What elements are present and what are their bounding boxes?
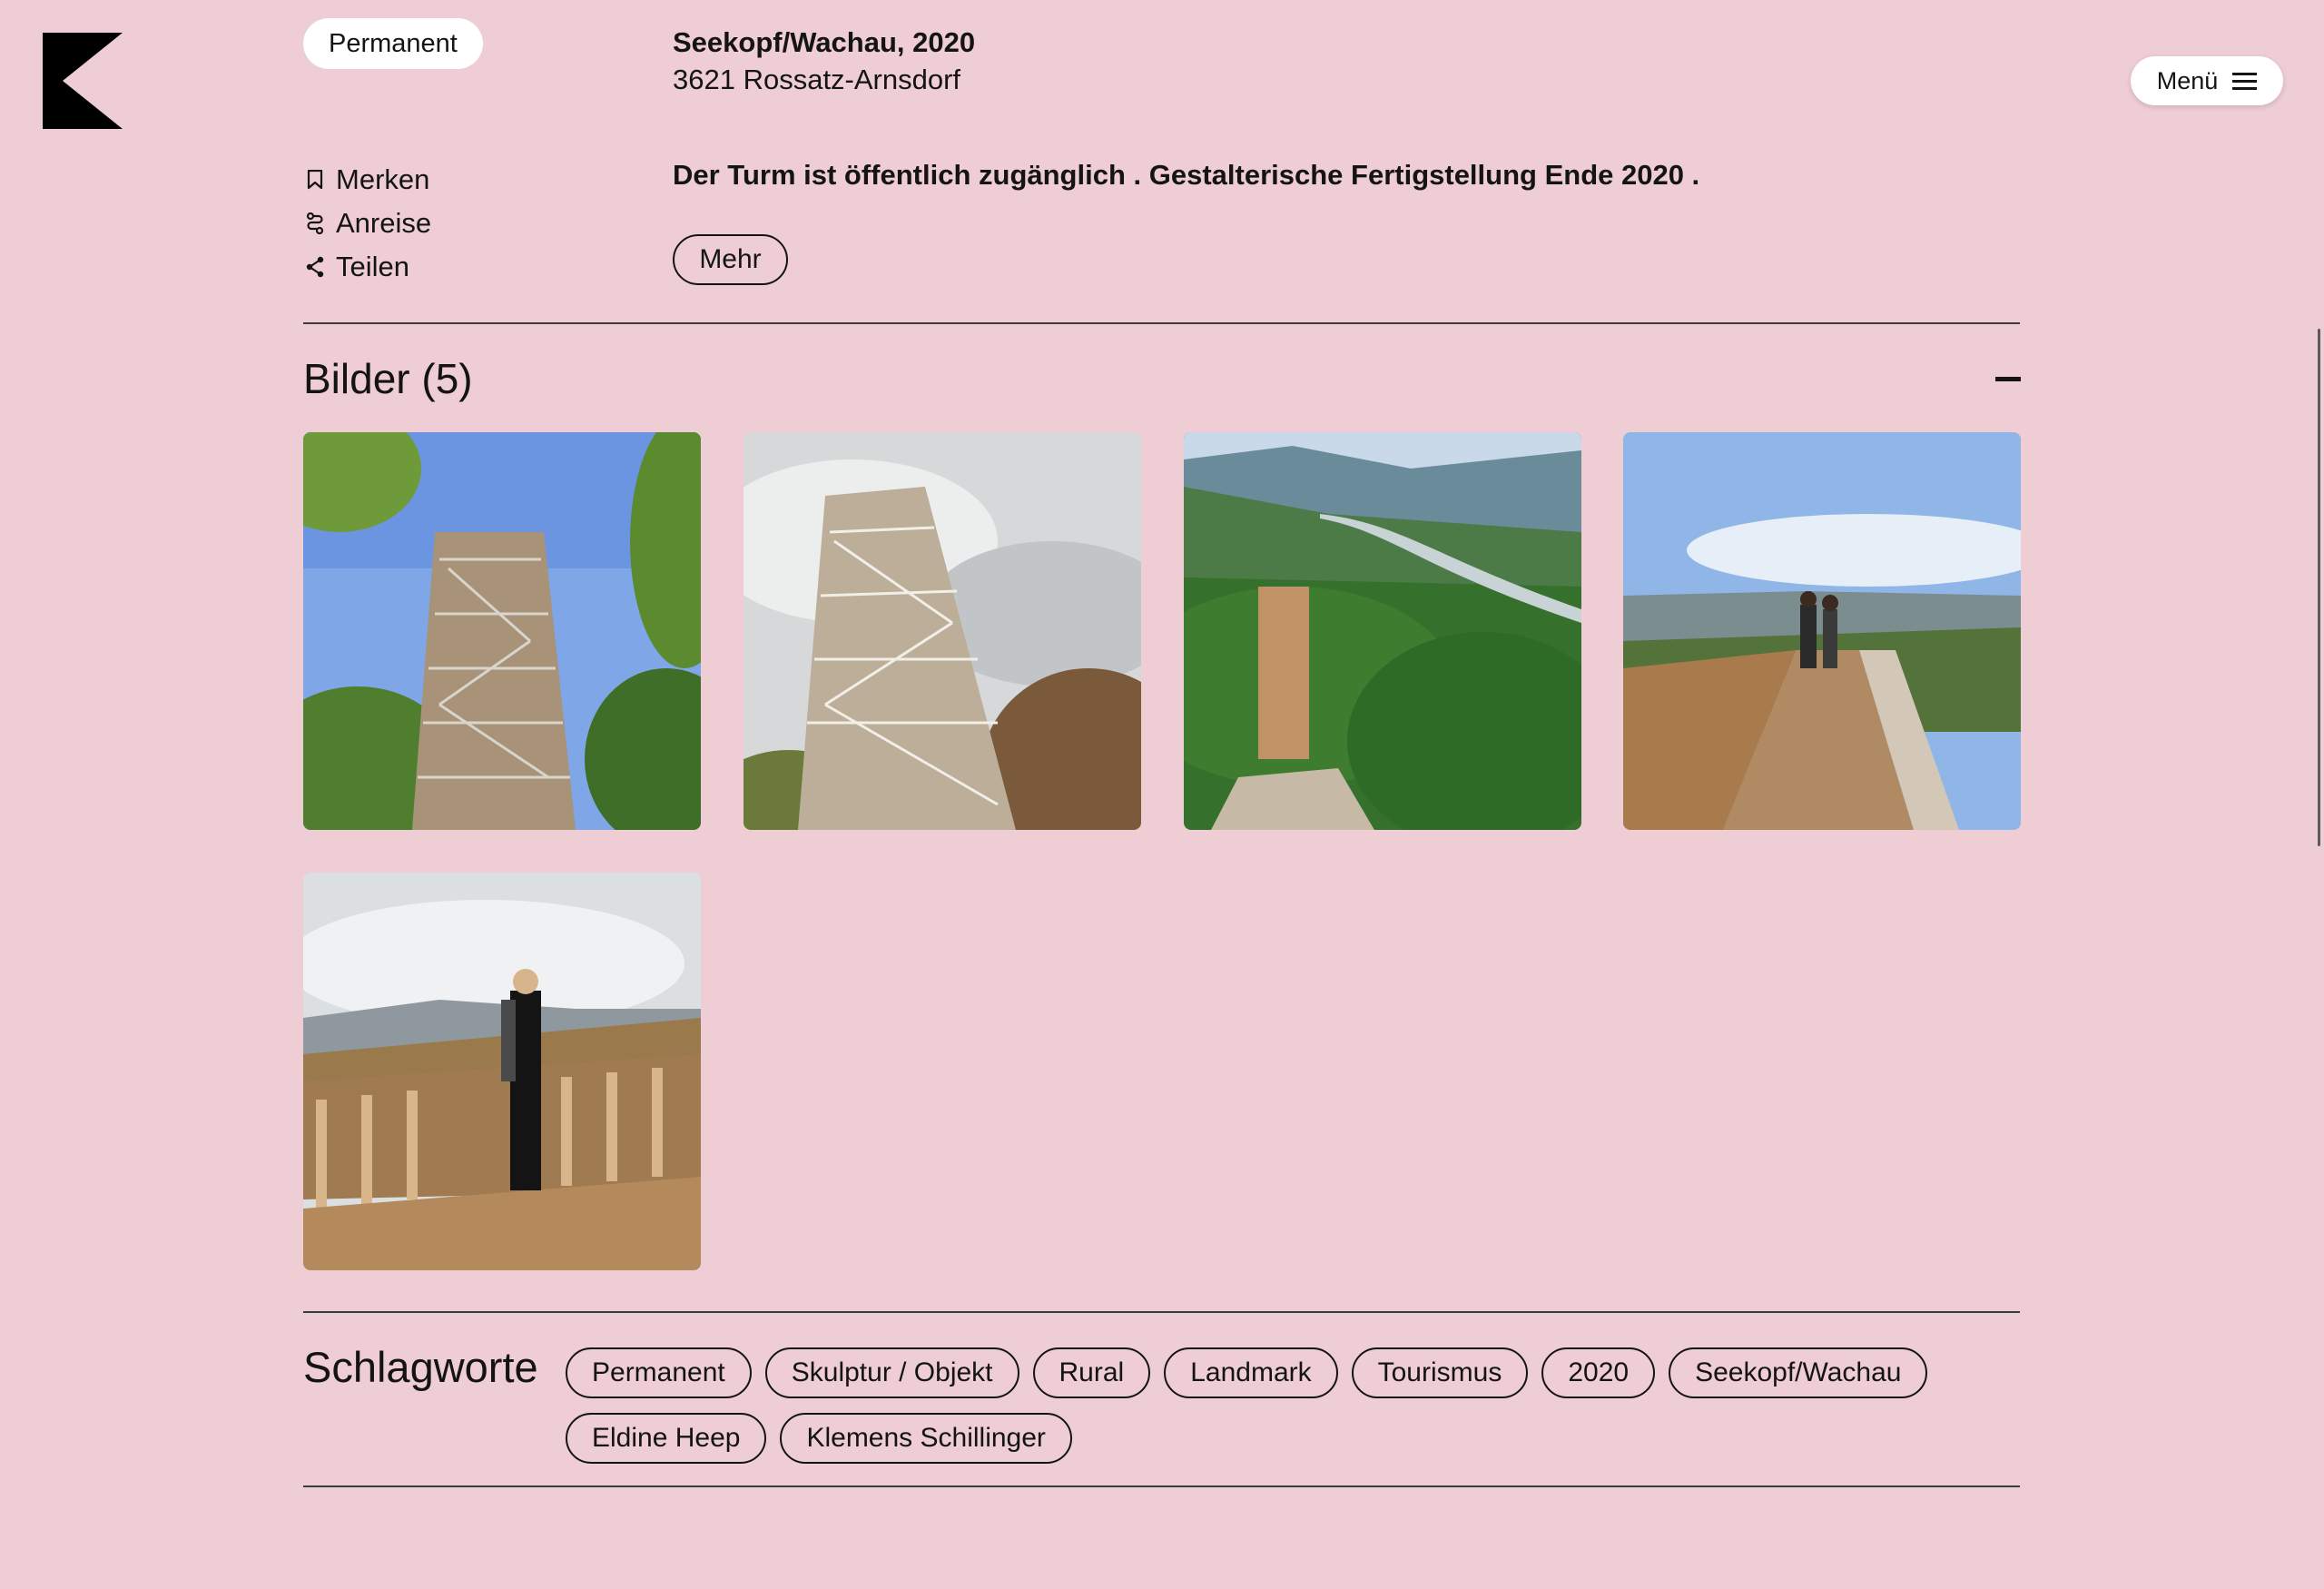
gallery-image[interactable] xyxy=(743,432,1141,830)
tower-photo-icon xyxy=(303,432,701,830)
share-action[interactable]: Teilen xyxy=(303,245,431,289)
tag-klemens-schillinger[interactable]: Klemens Schillinger xyxy=(780,1413,1072,1464)
tag-list: Permanent Skulptur / Objekt Rural Landma… xyxy=(566,1347,2027,1464)
gallery-image[interactable] xyxy=(1623,432,2021,830)
divider xyxy=(303,322,2020,324)
gallery-image[interactable] xyxy=(303,432,701,830)
status-badge: Permanent xyxy=(303,18,483,69)
tag-eldine-heep[interactable]: Eldine Heep xyxy=(566,1413,767,1464)
route-icon xyxy=(303,212,327,235)
tower-stairs-photo-icon xyxy=(743,432,1141,830)
divider xyxy=(303,1311,2020,1313)
more-button[interactable]: Mehr xyxy=(673,234,788,285)
location-title: Seekopf/Wachau, 2020 xyxy=(673,26,976,58)
menu-button[interactable]: Menü xyxy=(2131,56,2283,105)
aerial-valley-photo-icon xyxy=(1184,432,1581,830)
directions-label: Anreise xyxy=(336,207,432,239)
tag-landmark[interactable]: Landmark xyxy=(1164,1347,1338,1398)
tags-title: Schlagworte xyxy=(303,1343,538,1391)
share-label: Teilen xyxy=(336,251,409,282)
bookmark-icon xyxy=(303,168,327,192)
tag-tourismus[interactable]: Tourismus xyxy=(1351,1347,1529,1398)
scrollbar[interactable] xyxy=(2318,329,2320,846)
tag-rural[interactable]: Rural xyxy=(1032,1347,1151,1398)
logo-icon[interactable] xyxy=(43,33,123,129)
collapse-icon[interactable] xyxy=(1995,365,2023,392)
gallery-title: Bilder (5) xyxy=(303,354,473,403)
hamburger-icon xyxy=(2232,72,2258,90)
gallery-image[interactable] xyxy=(303,873,701,1270)
platform-couple-photo-icon xyxy=(1623,432,2021,830)
gallery-image[interactable] xyxy=(1184,432,1581,830)
directions-action[interactable]: Anreise xyxy=(303,202,431,245)
menu-label: Menü xyxy=(2156,66,2219,94)
gallery-count: (5) xyxy=(421,355,473,402)
divider xyxy=(303,1485,2020,1487)
tag-2020[interactable]: 2020 xyxy=(1541,1347,1656,1398)
share-icon xyxy=(303,255,327,279)
tag-skulptur-objekt[interactable]: Skulptur / Objekt xyxy=(764,1347,1019,1398)
tag-permanent[interactable]: Permanent xyxy=(566,1347,752,1398)
tag-seekopf-wachau[interactable]: Seekopf/Wachau xyxy=(1669,1347,1928,1398)
bookmark-action[interactable]: Merken xyxy=(303,158,431,202)
location-address: 3621 Rossatz-Arnsdorf xyxy=(673,64,961,95)
woman-platform-photo-icon xyxy=(303,873,701,1270)
bookmark-label: Merken xyxy=(336,163,430,195)
gallery-title-label: Bilder xyxy=(303,355,410,402)
description-text: Der Turm ist öffentlich zugänglich . Ges… xyxy=(673,159,1700,191)
action-list: Merken Anreise Teilen xyxy=(303,158,431,289)
